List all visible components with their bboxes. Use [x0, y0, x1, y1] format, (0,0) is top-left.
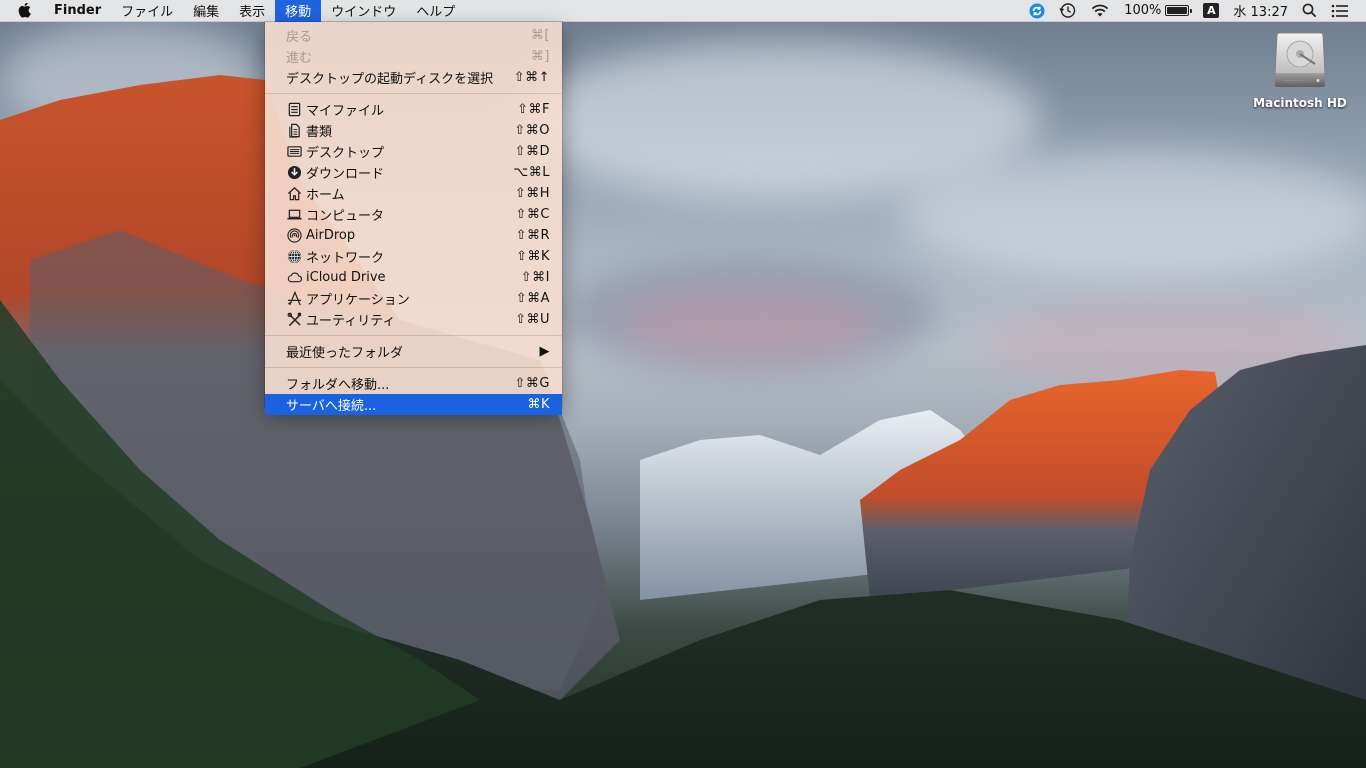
menu-item-network[interactable]: ネットワーク ⇧⌘K: [265, 246, 562, 267]
shortcut: ⇧⌘D: [514, 144, 550, 159]
shortcut: ⇧⌘U: [515, 312, 550, 327]
menu-item-select-startup-disk[interactable]: デスクトップの起動ディスクを選択 ⇧⌘↑: [265, 67, 562, 88]
icloud-drive-icon: [286, 270, 302, 286]
menu-item-documents[interactable]: 書類 ⇧⌘O: [265, 120, 562, 141]
menu-separator: [265, 335, 562, 336]
menu-item-recent-folders[interactable]: 最近使ったフォルダ ▶: [265, 341, 562, 362]
desktop-icon: [286, 144, 302, 160]
menu-edit[interactable]: 編集: [183, 0, 229, 22]
shortcut: ⇧⌘H: [514, 186, 550, 201]
mountain-landscape: [0, 75, 1366, 768]
notification-center-icon: [1331, 4, 1348, 17]
shortcut: ⇧⌘C: [515, 207, 550, 222]
time-machine-status-item[interactable]: [1052, 0, 1083, 22]
documents-icon: [286, 123, 302, 139]
menu-help[interactable]: ヘルプ: [406, 0, 465, 22]
utilities-icon: [286, 312, 302, 328]
computer-icon: [286, 207, 302, 223]
battery-icon: [1165, 5, 1193, 16]
hard-drive-icon: [1271, 30, 1329, 92]
menu-item-connect-to-server[interactable]: サーバへ接続... ⌘K: [265, 394, 562, 415]
menu-view[interactable]: 表示: [229, 0, 275, 22]
menu-item-desktop[interactable]: デスクトップ ⇧⌘D: [265, 141, 562, 162]
network-icon: [286, 249, 302, 265]
menu-item-icloud-drive[interactable]: iCloud Drive ⇧⌘I: [265, 267, 562, 288]
shortcut: ⇧⌘G: [514, 376, 550, 391]
spotlight-button[interactable]: [1295, 0, 1324, 22]
app-menu-finder[interactable]: Finder: [44, 0, 111, 22]
menu-separator: [265, 93, 562, 94]
menu-bar: Finder ファイル 編集 表示 移動 ウインドウ ヘルプ 100% A 水 …: [0, 0, 1366, 22]
menu-item-forward[interactable]: 進む ⌘]: [265, 46, 562, 67]
menu-go[interactable]: 移動: [275, 0, 322, 22]
input-method-indicator: A: [1203, 3, 1220, 18]
menu-file[interactable]: ファイル: [111, 0, 183, 22]
input-method-status-item[interactable]: A: [1196, 0, 1226, 22]
notification-center-button[interactable]: [1324, 0, 1356, 22]
sync-icon: [1029, 3, 1045, 18]
menu-item-utilities[interactable]: ユーティリティ ⇧⌘U: [265, 309, 562, 330]
time-machine-icon: [1059, 3, 1076, 18]
menu-item-airdrop[interactable]: AirDrop ⇧⌘R: [265, 225, 562, 246]
shortcut: ⇧⌘O: [514, 123, 550, 138]
menu-item-computer[interactable]: コンピュータ ⇧⌘C: [265, 204, 562, 225]
home-icon: [286, 186, 302, 202]
sync-status-item[interactable]: [1022, 0, 1052, 22]
apple-logo-icon: [18, 2, 31, 18]
shortcut: ⇧⌘↑: [513, 70, 550, 85]
downloads-icon: [286, 165, 302, 181]
battery-level-fill: [1167, 7, 1188, 14]
battery-status-item[interactable]: 100%: [1117, 0, 1196, 22]
menu-separator: [265, 367, 562, 368]
shortcut: ⌘K: [527, 397, 550, 412]
wifi-icon: [1091, 4, 1109, 17]
desktop-icon-macintosh-hd[interactable]: Macintosh HD: [1252, 30, 1348, 110]
menu-item-applications[interactable]: アプリケーション ⇧⌘A: [265, 288, 562, 309]
battery-percent: 100%: [1124, 3, 1162, 18]
menu-item-back[interactable]: 戻る ⌘[: [265, 25, 562, 46]
submenu-arrow-icon: ▶: [539, 344, 550, 359]
applications-icon: [286, 291, 302, 307]
desktop-wallpaper: [0, 0, 1366, 768]
menu-item-all-my-files[interactable]: マイファイル ⇧⌘F: [265, 99, 562, 120]
shortcut: ⇧⌘I: [520, 270, 550, 285]
go-menu-dropdown: 戻る ⌘[ 進む ⌘] デスクトップの起動ディスクを選択 ⇧⌘↑ マイファイル …: [265, 22, 562, 415]
desktop-icon-label: Macintosh HD: [1253, 96, 1347, 110]
menu-item-downloads[interactable]: ダウンロード ⌥⌘L: [265, 162, 562, 183]
shortcut: ⇧⌘K: [516, 249, 550, 264]
shortcut: ⇧⌘F: [517, 102, 550, 117]
menu-window[interactable]: ウインドウ: [321, 0, 406, 22]
shortcut: ⇧⌘A: [515, 291, 550, 306]
airdrop-icon: [286, 228, 302, 244]
all-my-files-icon: [286, 102, 302, 118]
menu-item-go-to-folder[interactable]: フォルダへ移動... ⇧⌘G: [265, 373, 562, 394]
apple-menu[interactable]: [0, 0, 44, 22]
shortcut: ⌘]: [530, 49, 550, 64]
spotlight-search-icon: [1302, 3, 1317, 18]
menu-item-home[interactable]: ホーム ⇧⌘H: [265, 183, 562, 204]
shortcut: ⇧⌘R: [515, 228, 550, 243]
shortcut: ⌥⌘L: [513, 165, 550, 180]
clock[interactable]: 水 13:27: [1226, 0, 1295, 22]
shortcut: ⌘[: [530, 28, 550, 43]
wifi-status-item[interactable]: [1083, 0, 1117, 22]
